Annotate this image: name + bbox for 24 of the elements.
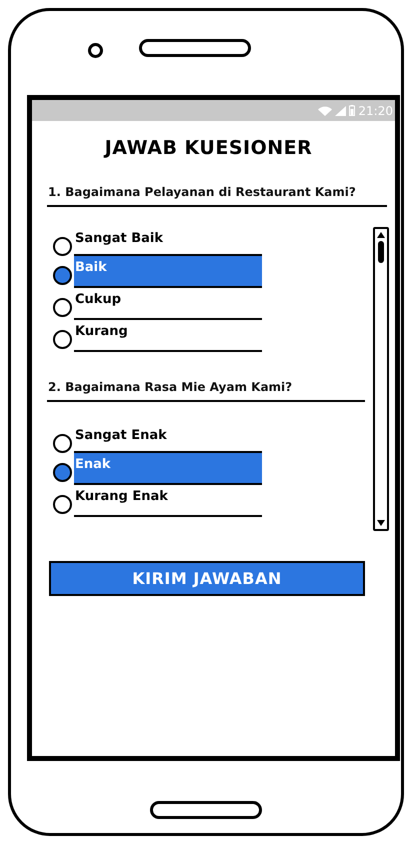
battery-icon bbox=[349, 105, 356, 116]
scroll-down-icon[interactable] bbox=[376, 519, 386, 527]
wifi-icon bbox=[318, 106, 332, 116]
screen-title: JAWAB KUESIONER bbox=[102, 137, 314, 159]
radio-button[interactable] bbox=[53, 434, 72, 453]
scrollbar[interactable] bbox=[373, 227, 389, 531]
option-label[interactable]: Cukup bbox=[74, 288, 262, 320]
option-label[interactable]: Kurang Enak bbox=[74, 485, 262, 517]
option-label[interactable]: Baik bbox=[74, 256, 262, 288]
radio-button[interactable] bbox=[53, 330, 72, 349]
signal-icon bbox=[335, 106, 346, 116]
radio-button[interactable] bbox=[53, 237, 72, 256]
scroll-up-icon[interactable] bbox=[376, 231, 386, 239]
question-text: 1. Bagaimana Pelayanan di Restaurant Kami? bbox=[48, 185, 357, 199]
radio-button[interactable] bbox=[53, 298, 72, 317]
camera-icon bbox=[88, 43, 103, 58]
question-text: 2. Bagaimana Rasa Mie Ayam Kami? bbox=[48, 380, 294, 394]
radio-button[interactable] bbox=[53, 266, 72, 285]
option-label[interactable]: Kurang bbox=[74, 320, 262, 352]
radio-button[interactable] bbox=[53, 495, 72, 514]
option-label[interactable]: Enak bbox=[74, 453, 262, 485]
scroll-thumb[interactable] bbox=[378, 241, 384, 263]
submit-button[interactable]: KIRIM JAWABAN bbox=[49, 561, 365, 596]
radio-button[interactable] bbox=[53, 463, 72, 482]
